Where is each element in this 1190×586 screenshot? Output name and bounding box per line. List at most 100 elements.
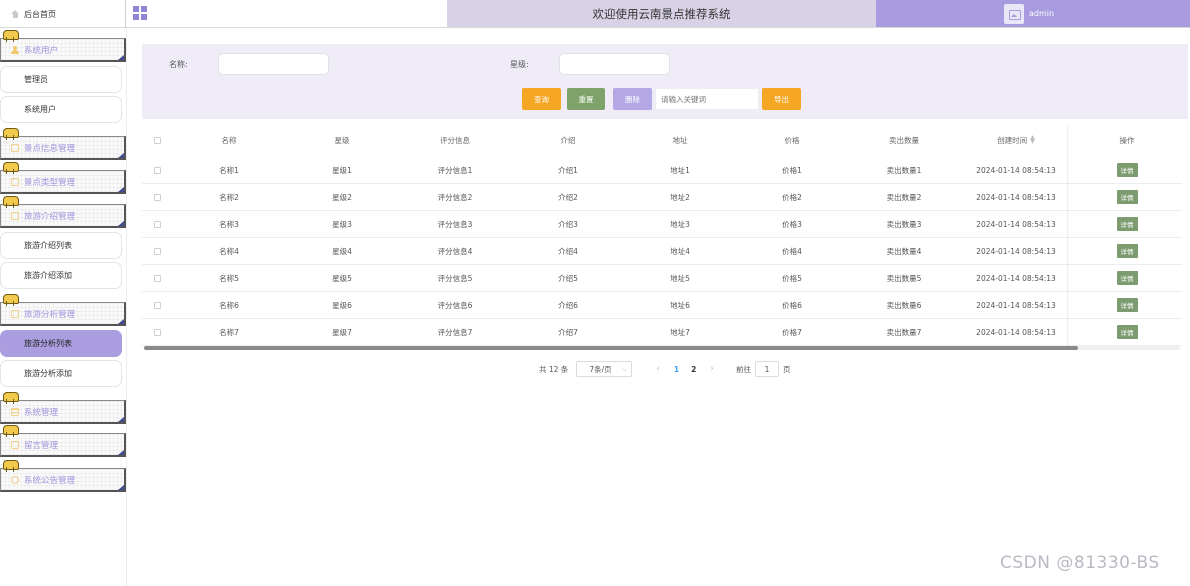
column-header[interactable]: 地址: [624, 124, 736, 156]
sidebar-group-spot-type[interactable]: 景点类型管理: [0, 162, 126, 194]
detail-button[interactable]: 详情: [1116, 217, 1138, 231]
column-header[interactable]: 卖出数量: [848, 124, 960, 156]
sidebar-group-system-users[interactable]: 系统用户: [0, 30, 126, 62]
row-checkbox[interactable]: [153, 220, 161, 228]
column-header[interactable]: 介绍: [512, 124, 624, 156]
row-checkbox[interactable]: [153, 166, 161, 174]
page-suffix: 页: [782, 364, 791, 374]
page-size-value: 7条/页: [589, 364, 612, 374]
star-input[interactable]: [559, 53, 670, 75]
sidebar-group-messages[interactable]: 留言管理: [0, 425, 126, 457]
goto-page-input[interactable]: 1: [754, 361, 779, 377]
doc-icon: [11, 309, 19, 318]
page-number[interactable]: 2: [691, 365, 696, 374]
sidebar-group-label: 系统管理: [24, 407, 59, 418]
menu-toggle-icon[interactable]: [133, 6, 147, 20]
table-row: 名称4 星级4 评分信息4 介绍4 地址4 价格4 卖出数量4 2024-01-14 08:5…: [142, 238, 1182, 265]
sidebar-group-announcements[interactable]: 系统公告管理: [0, 460, 126, 492]
detail-button[interactable]: 详情: [1116, 244, 1138, 258]
table-row: 名称3 星级3 评分信息3 介绍3 地址3 价格3 卖出数量3 2024-01-14 08:5…: [142, 211, 1182, 238]
table-row: 名称1 星级1 评分信息1 介绍1 地址1 价格1 卖出数量1 2024-01-14 08:5…: [142, 157, 1182, 184]
table-cell: 地址5: [670, 273, 690, 283]
table-cell: 介绍7: [558, 327, 578, 337]
table-cell: 卖出数量5: [886, 273, 922, 283]
sidebar-group-system[interactable]: 系统管理: [0, 392, 126, 424]
table-cell: 星级4: [332, 246, 352, 256]
detail-button[interactable]: 详情: [1116, 325, 1138, 339]
keyword-input[interactable]: [655, 88, 759, 110]
sort-icon[interactable]: ▲ ▼: [1030, 135, 1035, 145]
table-row: 名称5 星级5 评分信息5 介绍5 地址5 价格5 卖出数量5 2024-01-14 08:5…: [142, 265, 1182, 292]
paperclip-icon: [3, 425, 19, 437]
sidebar-group-spot-info[interactable]: 景点信息管理: [0, 128, 126, 160]
paperclip-icon: [3, 460, 19, 472]
watermark: CSDN @81330-BS: [1000, 553, 1160, 573]
column-header[interactable]: 星级: [286, 124, 398, 156]
table-cell: 价格2: [782, 192, 802, 202]
sidebar-group-travel-intro[interactable]: 旅游介绍管理: [0, 196, 126, 228]
table-cell: 评分信息3: [437, 219, 473, 229]
sidebar-item-sys-user[interactable]: 系统用户: [0, 96, 122, 123]
sidebar-item-intro-add[interactable]: 旅游介绍添加: [0, 262, 122, 289]
sidebar-item-analysis-list[interactable]: 旅游分析列表: [0, 330, 122, 357]
sidebar-item-intro-list[interactable]: 旅游介绍列表: [0, 232, 122, 259]
welcome-title: 欢迎使用云南景点推荐系统: [447, 0, 876, 27]
row-checkbox[interactable]: [153, 193, 161, 201]
table-cell: 价格1: [782, 165, 802, 175]
next-page-icon[interactable]: ›: [710, 364, 714, 374]
table-cell: 地址4: [670, 246, 690, 256]
detail-button[interactable]: 详情: [1116, 298, 1138, 312]
table-cell: 卖出数量2: [886, 192, 922, 202]
select-all-checkbox[interactable]: [153, 136, 161, 144]
sidebar-group-label: 系统公告管理: [24, 475, 76, 486]
table-cell: 介绍1: [558, 165, 578, 175]
row-checkbox[interactable]: [153, 328, 161, 336]
page-number[interactable]: 1: [674, 365, 679, 374]
horizontal-scrollbar[interactable]: [144, 346, 1180, 350]
info-icon: [11, 475, 19, 484]
table-cell: 价格5: [782, 273, 802, 283]
name-input[interactable]: [218, 53, 329, 75]
delete-button[interactable]: 删除: [613, 88, 652, 110]
table-cell: 卖出数量7: [886, 327, 922, 337]
table-cell: 地址7: [670, 327, 690, 337]
detail-button[interactable]: 详情: [1116, 271, 1138, 285]
query-button[interactable]: 查询: [522, 88, 561, 110]
table-cell: 地址6: [670, 300, 690, 310]
table-cell: 星级7: [332, 327, 352, 337]
detail-button[interactable]: 详情: [1116, 190, 1138, 204]
page-size-select[interactable]: 7条/页 ⌵: [576, 361, 633, 377]
paperclip-icon: [3, 196, 19, 208]
column-header[interactable]: 评分信息: [398, 124, 512, 156]
table-cell: 地址2: [670, 192, 690, 202]
doc-icon: [11, 440, 19, 449]
table-cell: 星级6: [332, 300, 352, 310]
sidebar-group-label: 留言管理: [24, 440, 59, 451]
detail-button[interactable]: 详情: [1116, 163, 1138, 177]
paperclip-icon: [3, 30, 19, 42]
scrollbar-thumb[interactable]: [144, 346, 1078, 350]
sidebar-item-analysis-add[interactable]: 旅游分析添加: [0, 360, 122, 387]
chevron-down-icon: ⌵: [622, 364, 628, 373]
column-header[interactable]: 价格: [736, 124, 848, 156]
sidebar-group-travel-analysis[interactable]: 旅游分析管理: [0, 294, 126, 326]
sidebar-item-admin[interactable]: 管理员: [0, 66, 122, 93]
user-menu[interactable]: admin: [876, 0, 1190, 27]
table-cell: 2024-01-14 08:54:13: [976, 300, 1056, 310]
total-count: 共 12 条: [539, 364, 569, 374]
table-header: 名称 星级 评分信息 介绍 地址 价格 卖出数量 创建时间 ▲ ▼ 操作: [142, 124, 1182, 156]
table-row: 名称7 星级7 评分信息7 介绍7 地址7 价格7 卖出数量7 2024-01-14 08:5…: [142, 319, 1182, 346]
column-header-created[interactable]: 创建时间 ▲ ▼: [960, 124, 1072, 156]
prev-page-icon[interactable]: ‹: [656, 364, 660, 374]
row-checkbox[interactable]: [153, 274, 161, 282]
table-cell: 评分信息2: [437, 192, 473, 202]
search-panel: 名称: 星级: 查询 重置 删除 导出: [142, 44, 1188, 119]
export-button[interactable]: 导出: [762, 88, 801, 110]
table-cell: 星级1: [332, 165, 352, 175]
sidebar-group-label: 旅游介绍管理: [24, 211, 76, 222]
row-checkbox[interactable]: [153, 247, 161, 255]
row-checkbox[interactable]: [153, 301, 161, 309]
home-link[interactable]: 后台首页: [0, 0, 126, 28]
reset-button[interactable]: 重置: [567, 88, 605, 110]
column-header[interactable]: 名称: [172, 124, 286, 156]
